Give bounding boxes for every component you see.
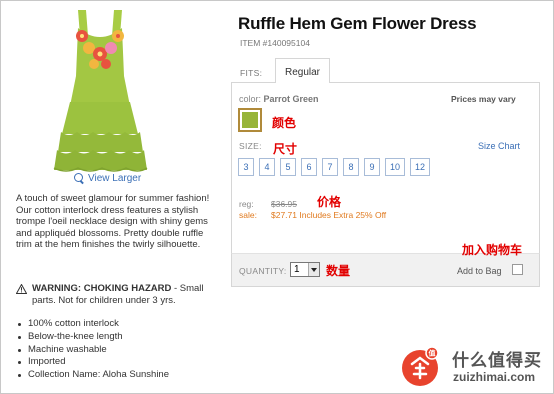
warning-icon bbox=[16, 284, 27, 294]
annotation-size: 尺寸 bbox=[273, 142, 298, 156]
quantity-value: 1 bbox=[294, 264, 300, 275]
list-item: Machine washable bbox=[16, 344, 169, 357]
item-number: ITEM #140095104 bbox=[240, 38, 310, 48]
watermark-chinese: 什么值得买 bbox=[452, 351, 542, 370]
sale-price-label: sale: bbox=[239, 210, 257, 220]
product-title: Ruffle Hem Gem Flower Dress bbox=[238, 14, 477, 33]
product-image[interactable] bbox=[44, 6, 156, 174]
color-label: color: Parrot Green bbox=[239, 94, 319, 104]
color-swatch-parrot-green[interactable] bbox=[238, 108, 262, 132]
list-item: Below-the-knee length bbox=[16, 331, 169, 344]
view-larger-link[interactable]: View Larger bbox=[74, 173, 141, 184]
size-option-9[interactable]: 9 bbox=[364, 158, 380, 176]
warning-title: WARNING: CHOKING HAZARD bbox=[32, 283, 172, 294]
size-option-12[interactable]: 12 bbox=[410, 158, 430, 176]
prices-vary-note: Prices may vary bbox=[451, 94, 516, 104]
add-to-bag-checkbox[interactable] bbox=[512, 264, 523, 275]
chevron-down-icon bbox=[308, 263, 319, 276]
watermark-logo: 值 bbox=[402, 346, 439, 386]
regular-price-label: reg: bbox=[239, 199, 254, 209]
color-value: Parrot Green bbox=[263, 94, 319, 104]
add-to-bag-label: Add to Bag bbox=[457, 266, 502, 276]
size-option-6[interactable]: 6 bbox=[301, 158, 317, 176]
list-item: Collection Name: Aloha Sunshine bbox=[16, 369, 169, 382]
size-option-3[interactable]: 3 bbox=[238, 158, 254, 176]
quantity-label: QUANTITY: bbox=[239, 266, 287, 276]
regular-price: $36.95 bbox=[271, 199, 297, 209]
view-larger-label: View Larger bbox=[88, 173, 142, 184]
size-label: SIZE: bbox=[239, 141, 262, 151]
annotation-color: 颜色 bbox=[272, 116, 297, 130]
size-option-7[interactable]: 7 bbox=[322, 158, 338, 176]
choking-warning: WARNING: CHOKING HAZARD - Small parts. N… bbox=[16, 283, 216, 306]
feature-list: 100% cotton interlock Below-the-knee len… bbox=[16, 318, 169, 382]
quantity-select[interactable]: 1 bbox=[290, 262, 320, 277]
magnifier-icon bbox=[74, 173, 85, 184]
size-option-4[interactable]: 4 bbox=[259, 158, 275, 176]
product-description: A touch of sweet glamour for summer fash… bbox=[16, 193, 210, 251]
tab-regular[interactable]: Regular bbox=[275, 58, 330, 83]
fits-label: FITS: bbox=[240, 68, 263, 78]
size-option-5[interactable]: 5 bbox=[280, 158, 296, 176]
watermark-logo-text: 值 bbox=[429, 349, 436, 358]
size-chart-link[interactable]: Size Chart bbox=[478, 141, 520, 151]
list-item: Imported bbox=[16, 356, 169, 369]
size-option-8[interactable]: 8 bbox=[343, 158, 359, 176]
swatch-fill bbox=[242, 112, 258, 128]
size-options: 3 4 5 6 7 8 9 10 12 bbox=[238, 158, 430, 176]
watermark-domain: zuizhimai.com bbox=[453, 370, 536, 384]
annotation-quantity: 数量 bbox=[326, 264, 351, 278]
annotation-price: 价格 bbox=[317, 195, 342, 209]
annotation-cart: 加入购物车 bbox=[462, 243, 523, 257]
list-item: 100% cotton interlock bbox=[16, 318, 169, 331]
size-option-10[interactable]: 10 bbox=[385, 158, 405, 176]
sale-price: $27.71 Includes Extra 25% Off bbox=[271, 210, 387, 220]
